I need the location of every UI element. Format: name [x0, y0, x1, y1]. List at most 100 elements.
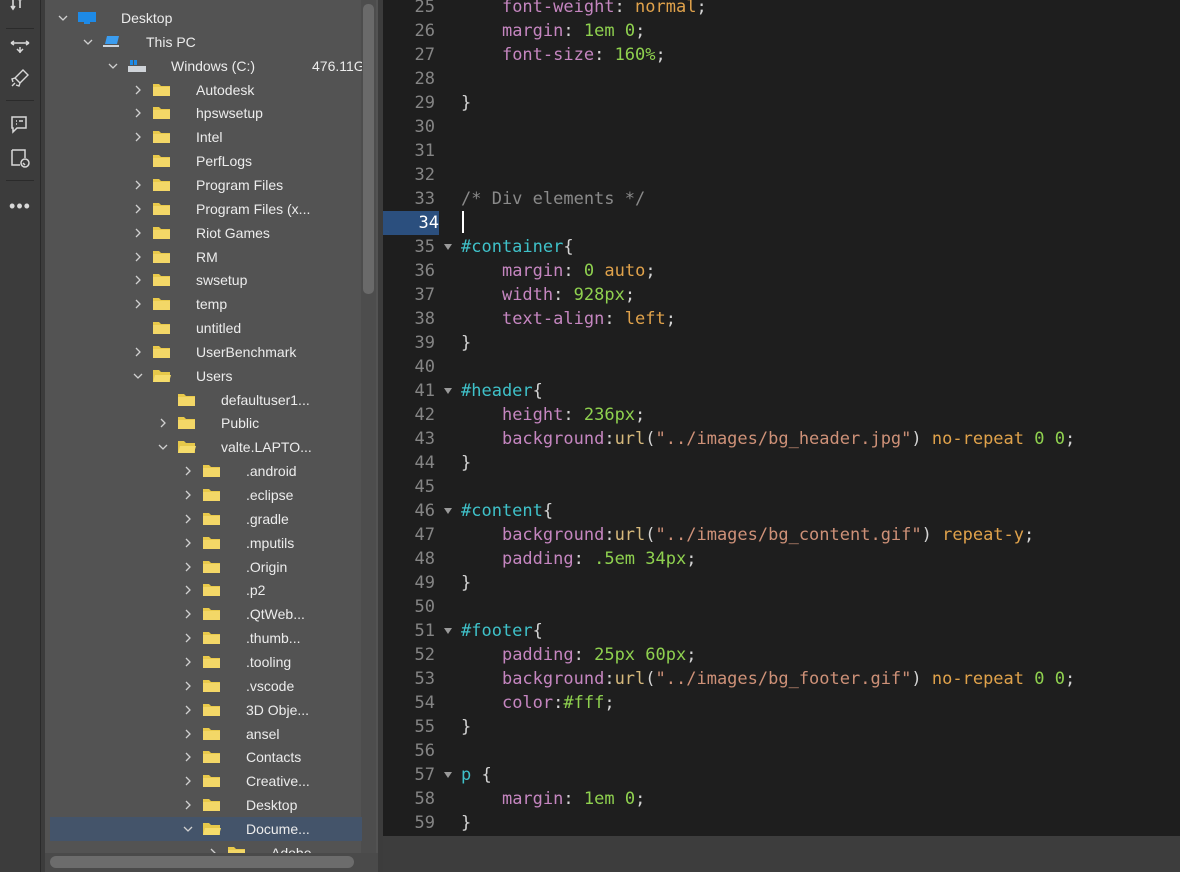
- tree-item[interactable]: Docume...: [50, 816, 362, 841]
- tree-item[interactable]: Users: [50, 364, 362, 388]
- code-line[interactable]: 40: [383, 355, 1180, 379]
- tree-item[interactable]: .gradle: [50, 507, 362, 531]
- chevron-right-icon[interactable]: [180, 483, 196, 507]
- swap-arrows-icon[interactable]: [8, 0, 32, 18]
- code-line[interactable]: 53 background:url("../images/bg_footer.g…: [383, 667, 1180, 691]
- code-line[interactable]: 34: [383, 211, 1180, 235]
- code-line[interactable]: 59}: [383, 811, 1180, 835]
- code-line[interactable]: 28: [383, 67, 1180, 91]
- code-line[interactable]: 44}: [383, 451, 1180, 475]
- code-line[interactable]: 25 font-weight: normal;: [383, 0, 1180, 19]
- fold-arrow-icon[interactable]: [443, 499, 455, 525]
- chevron-down-icon[interactable]: [55, 6, 71, 30]
- code-line[interactable]: 41 #header{: [383, 379, 1180, 403]
- tree-item[interactable]: This PC: [50, 30, 362, 54]
- tree-item[interactable]: .eclipse: [50, 483, 362, 507]
- chevron-right-icon[interactable]: [130, 292, 146, 316]
- tree-item[interactable]: .vscode: [50, 674, 362, 698]
- tree-item[interactable]: temp: [50, 292, 362, 316]
- checklist-icon[interactable]: [8, 146, 32, 170]
- move-icon[interactable]: [8, 34, 32, 58]
- chevron-right-icon[interactable]: [180, 698, 196, 722]
- comment-icon[interactable]: [8, 113, 32, 137]
- code-line[interactable]: 58 margin: 1em 0;: [383, 787, 1180, 811]
- tree-item[interactable]: swsetup: [50, 268, 362, 292]
- chevron-right-icon[interactable]: [155, 411, 171, 435]
- code-line[interactable]: 38 text-align: left;: [383, 307, 1180, 331]
- chevron-right-icon[interactable]: [180, 674, 196, 698]
- chevron-right-icon[interactable]: [130, 245, 146, 269]
- fold-arrow-icon[interactable]: [443, 619, 455, 645]
- tree-item[interactable]: Contacts: [50, 745, 362, 769]
- code-line[interactable]: 47 background:url("../images/bg_content.…: [383, 523, 1180, 547]
- fold-arrow-icon[interactable]: [443, 235, 455, 261]
- chevron-down-icon[interactable]: [155, 435, 171, 459]
- tree-item[interactable]: .mputils: [50, 531, 362, 555]
- code-line[interactable]: 32: [383, 163, 1180, 187]
- code-editor[interactable]: 25 font-weight: normal; 26 margin: 1em 0;…: [383, 0, 1180, 836]
- chevron-right-icon[interactable]: [180, 578, 196, 602]
- tree-item[interactable]: hpswsetup: [50, 101, 362, 125]
- chevron-right-icon[interactable]: [180, 555, 196, 579]
- code-line[interactable]: 56: [383, 739, 1180, 763]
- tree-item[interactable]: .QtWeb...: [50, 602, 362, 626]
- code-line[interactable]: 48 padding: .5em 34px;: [383, 547, 1180, 571]
- tree-item[interactable]: 3D Obje...: [50, 698, 362, 722]
- tree-item[interactable]: Program Files (x...: [50, 197, 362, 221]
- file-tree-horizontal-scrollbar[interactable]: [50, 856, 354, 868]
- code-line[interactable]: 57 p {: [383, 763, 1180, 787]
- code-line[interactable]: 55}: [383, 715, 1180, 739]
- rocket-icon[interactable]: [8, 66, 32, 90]
- chevron-right-icon[interactable]: [180, 650, 196, 674]
- fold-arrow-icon[interactable]: [443, 763, 455, 789]
- chevron-down-icon[interactable]: [80, 30, 96, 54]
- tree-item[interactable]: Intel: [50, 125, 362, 149]
- code-line[interactable]: 30: [383, 115, 1180, 139]
- tree-item[interactable]: .Origin: [50, 555, 362, 579]
- chevron-right-icon[interactable]: [180, 626, 196, 650]
- tree-item[interactable]: .android: [50, 459, 362, 483]
- tree-item[interactable]: Public: [50, 411, 362, 435]
- tree-item[interactable]: .tooling: [50, 650, 362, 674]
- code-line[interactable]: 31: [383, 139, 1180, 163]
- chevron-right-icon[interactable]: [130, 197, 146, 221]
- tree-item[interactable]: .thumb...: [50, 626, 362, 650]
- chevron-right-icon[interactable]: [180, 769, 196, 793]
- code-line[interactable]: 45: [383, 475, 1180, 499]
- chevron-right-icon[interactable]: [130, 173, 146, 197]
- tree-item[interactable]: Desktop: [50, 6, 362, 30]
- code-line[interactable]: 39}: [383, 331, 1180, 355]
- tree-item[interactable]: untitled: [50, 316, 362, 340]
- code-line[interactable]: 26 margin: 1em 0;: [383, 19, 1180, 43]
- chevron-right-icon[interactable]: [180, 793, 196, 817]
- chevron-right-icon[interactable]: [130, 268, 146, 292]
- code-line[interactable]: 46 #content{: [383, 499, 1180, 523]
- code-line[interactable]: 50: [383, 595, 1180, 619]
- chevron-right-icon[interactable]: [180, 722, 196, 746]
- code-line[interactable]: 27 font-size: 160%;: [383, 43, 1180, 67]
- tree-item[interactable]: Autodesk: [50, 78, 362, 102]
- code-line[interactable]: 33 /* Div elements */: [383, 187, 1180, 211]
- tree-item[interactable]: defaultuser1...: [50, 388, 362, 412]
- tree-item[interactable]: Program Files: [50, 173, 362, 197]
- tree-item[interactable]: Creative...: [50, 769, 362, 793]
- code-line[interactable]: 42 height: 236px;: [383, 403, 1180, 427]
- tree-item[interactable]: ansel: [50, 722, 362, 746]
- chevron-right-icon[interactable]: [130, 78, 146, 102]
- tree-item[interactable]: RM: [50, 245, 362, 269]
- tree-item[interactable]: UserBenchmark: [50, 340, 362, 364]
- chevron-right-icon[interactable]: [180, 745, 196, 769]
- code-line[interactable]: 29}: [383, 91, 1180, 115]
- code-line[interactable]: 36 margin: 0 auto;: [383, 259, 1180, 283]
- chevron-right-icon[interactable]: [180, 507, 196, 531]
- chevron-right-icon[interactable]: [180, 459, 196, 483]
- code-line[interactable]: 35 #container{: [383, 235, 1180, 259]
- code-line[interactable]: 51 #footer{: [383, 619, 1180, 643]
- tree-item[interactable]: PerfLogs: [50, 149, 362, 173]
- tree-item[interactable]: Riot Games: [50, 221, 362, 245]
- code-line[interactable]: 49}: [383, 571, 1180, 595]
- fold-arrow-icon[interactable]: [443, 379, 455, 405]
- chevron-right-icon[interactable]: [130, 125, 146, 149]
- code-line[interactable]: 52 padding: 25px 60px;: [383, 643, 1180, 667]
- chevron-down-icon[interactable]: [180, 817, 196, 841]
